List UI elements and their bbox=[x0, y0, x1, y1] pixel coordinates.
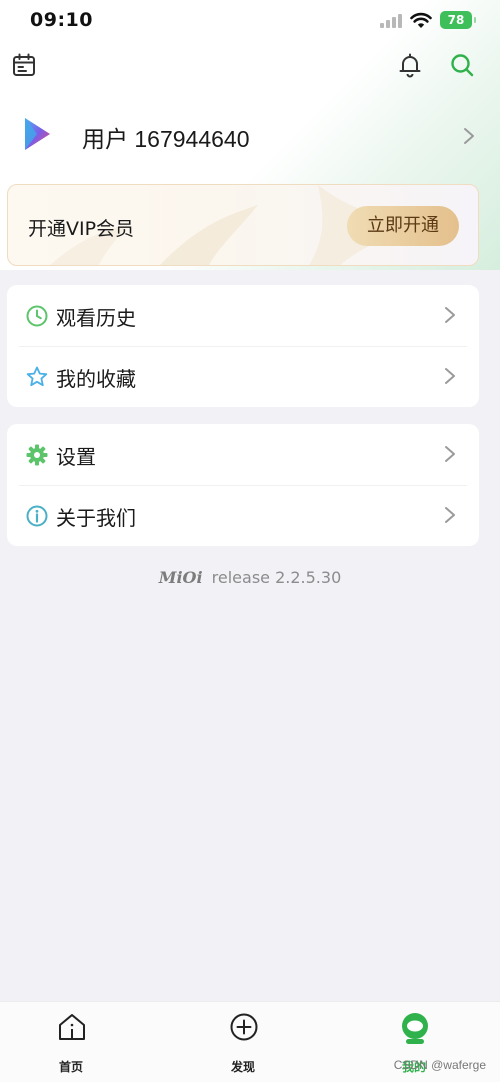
release-info: MiOi release 2.2.5.30 bbox=[0, 568, 500, 587]
profile-icon bbox=[402, 1013, 428, 1044]
wifi-icon bbox=[410, 12, 432, 28]
menu-group-settings: 设置 关于我们 bbox=[7, 424, 479, 546]
chevron-right-icon bbox=[445, 446, 455, 462]
menu-label: 关于我们 bbox=[56, 506, 136, 530]
status-bar: 09:10 78 bbox=[0, 0, 500, 44]
chevron-right-icon bbox=[464, 128, 474, 144]
menu-group-history: 观看历史 我的收藏 bbox=[7, 285, 479, 407]
watermark: CSDN @waferge bbox=[393, 1058, 486, 1072]
vip-open-button[interactable]: 立即开通 bbox=[347, 206, 459, 246]
vip-title: 开通VIP会员 bbox=[28, 218, 135, 240]
release-logo: MiOi bbox=[158, 568, 203, 587]
chevron-right-icon bbox=[445, 507, 455, 523]
username: 用户 167944640 bbox=[82, 126, 250, 152]
search-icon[interactable] bbox=[447, 50, 477, 80]
bell-icon[interactable] bbox=[395, 50, 425, 80]
tab-label: 首页 bbox=[58, 1060, 83, 1074]
gear-icon bbox=[26, 444, 48, 466]
release-version: release 2.2.5.30 bbox=[211, 568, 342, 587]
app-logo-avatar bbox=[25, 118, 50, 150]
signal-icon bbox=[380, 12, 402, 28]
menu-label: 我的收藏 bbox=[56, 367, 136, 391]
menu-label: 设置 bbox=[56, 445, 96, 469]
menu-item-about[interactable]: 关于我们 bbox=[7, 485, 479, 546]
plus-circle-icon bbox=[230, 1013, 258, 1041]
star-icon bbox=[26, 366, 48, 387]
vip-card[interactable]: 开通VIP会员 立即开通 bbox=[7, 184, 479, 266]
chevron-right-icon bbox=[445, 368, 455, 384]
battery-indicator: 78 bbox=[440, 11, 476, 29]
menu-item-settings[interactable]: 设置 bbox=[7, 424, 479, 485]
calendar-icon[interactable] bbox=[9, 50, 39, 80]
tab-discover[interactable]: 发现 bbox=[203, 1012, 283, 1074]
home-icon bbox=[59, 1014, 85, 1040]
tab-home[interactable]: 首页 bbox=[31, 1012, 111, 1074]
top-toolbar bbox=[0, 44, 500, 88]
status-icons: 78 bbox=[380, 11, 476, 29]
profile-row[interactable]: 用户 167944640 bbox=[0, 100, 500, 172]
tab-label: 发现 bbox=[230, 1060, 255, 1074]
chevron-right-icon bbox=[445, 307, 455, 323]
clock-icon bbox=[26, 305, 48, 327]
menu-label: 观看历史 bbox=[56, 306, 136, 330]
menu-item-favorites[interactable]: 我的收藏 bbox=[7, 346, 479, 407]
info-icon bbox=[26, 505, 48, 527]
status-time: 09:10 bbox=[30, 9, 93, 31]
menu-item-history[interactable]: 观看历史 bbox=[7, 285, 479, 346]
